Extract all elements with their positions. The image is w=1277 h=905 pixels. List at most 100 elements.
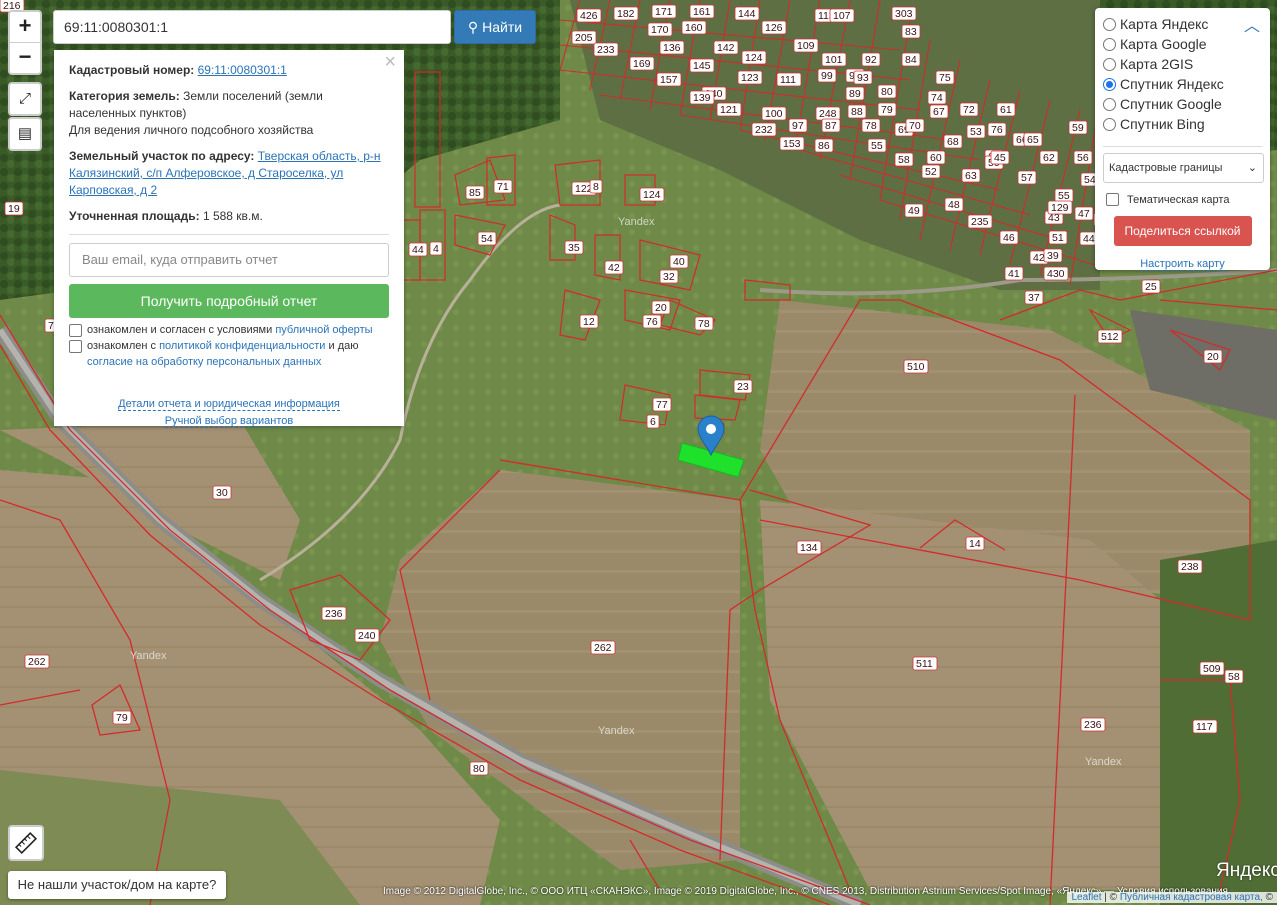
parcel-label: 25	[1141, 279, 1161, 294]
parcel-label: 4	[429, 241, 443, 256]
svg-text:99: 99	[821, 70, 833, 82]
privacy-checkbox[interactable]	[69, 340, 82, 353]
svg-text:124: 124	[643, 189, 661, 201]
parcel-label: 123	[737, 70, 763, 85]
offer-checkbox[interactable]	[69, 324, 82, 337]
svg-text:65: 65	[1027, 134, 1039, 146]
parcel-label: 117	[1192, 719, 1218, 734]
radio-button[interactable]	[1103, 37, 1116, 51]
svg-text:430: 430	[1047, 268, 1065, 280]
close-icon[interactable]: ×	[384, 52, 396, 72]
parcel-label: 46	[999, 230, 1019, 245]
parcel-label: 161	[689, 4, 715, 19]
search-button-label: Найти	[482, 19, 523, 35]
parcel-label: 512	[1097, 329, 1123, 344]
thematic-toggle[interactable]: Тематическая карта	[1103, 193, 1262, 206]
parcel-label: 80	[877, 84, 897, 99]
svg-text:54: 54	[481, 233, 493, 245]
fullscreen-button[interactable]: ⤢	[8, 82, 42, 116]
parcel-label: 54	[477, 231, 497, 246]
parcel-label: 23	[733, 379, 753, 394]
address-label: Земельный участок по адресу:	[69, 149, 255, 163]
email-field[interactable]: Ваш email, куда отправить отчет	[69, 243, 389, 277]
parcel-label: 59	[1068, 120, 1088, 135]
get-report-button[interactable]: Получить подробный отчет	[69, 284, 389, 318]
svg-text:139: 139	[693, 92, 711, 104]
thematic-checkbox[interactable]	[1106, 193, 1119, 206]
not-found-button[interactable]: Не нашли участок/дом на карте?	[8, 871, 226, 899]
svg-text:53: 53	[970, 126, 982, 138]
svg-text:58: 58	[898, 154, 910, 166]
area-label: Уточненная площадь:	[69, 209, 200, 223]
basemap-option-label: Карта 2GIS	[1120, 56, 1194, 72]
svg-text:45: 45	[994, 152, 1006, 164]
parcel-label: 97	[788, 118, 808, 133]
chevron-up-icon[interactable]: ︿	[1244, 12, 1260, 36]
pkk-link[interactable]: Публичная кадастровая карта,	[1120, 892, 1263, 903]
search-button[interactable]: ⚲ Найти	[454, 10, 536, 44]
parcel-label: 236	[1080, 717, 1106, 732]
usage-value: Для ведения личного подсобного хозяйства	[69, 123, 314, 137]
overlay-select[interactable]: Кадастровые границы ⌄	[1103, 153, 1264, 183]
basemap-option[interactable]: Карта Яндекс	[1103, 14, 1262, 34]
parcel-label: 170	[647, 22, 673, 37]
radio-button[interactable]	[1103, 17, 1116, 31]
print-button[interactable]: ▤	[8, 117, 42, 151]
svg-text:40: 40	[673, 256, 685, 268]
svg-text:46: 46	[1003, 232, 1015, 244]
svg-text:117: 117	[1196, 721, 1213, 733]
search-input[interactable]: 69:11:0080301:1	[53, 10, 451, 44]
svg-text:87: 87	[825, 120, 837, 132]
radio-button[interactable]	[1103, 57, 1116, 71]
svg-text:79: 79	[116, 712, 128, 724]
svg-text:97: 97	[792, 120, 804, 132]
parcel-label: 79	[877, 102, 897, 117]
parcel-label: 160	[681, 20, 707, 35]
parcel-label: 71	[493, 179, 513, 194]
radio-button[interactable]	[1103, 77, 1116, 91]
svg-text:58: 58	[1228, 671, 1240, 683]
offer-link[interactable]: публичной оферты	[275, 324, 372, 336]
radio-button[interactable]	[1103, 117, 1116, 131]
basemap-option[interactable]: Карта 2GIS	[1103, 54, 1262, 74]
zoom-in-button[interactable]: +	[10, 12, 40, 42]
svg-text:68: 68	[947, 136, 959, 148]
zoom-out-button[interactable]: −	[10, 42, 40, 73]
leaflet-link[interactable]: Leaflet	[1071, 892, 1101, 903]
measure-button[interactable]	[8, 825, 44, 861]
watermark: Yandex	[130, 650, 167, 662]
share-link-button[interactable]: Поделиться ссылкой	[1113, 216, 1252, 246]
svg-text:262: 262	[28, 656, 46, 668]
radio-button[interactable]	[1103, 97, 1116, 111]
details-link[interactable]: Детали отчета и юридическая информация	[118, 398, 340, 411]
svg-text:509: 509	[1203, 663, 1221, 675]
svg-text:37: 37	[1028, 292, 1040, 304]
basemap-option-label: Карта Google	[1120, 36, 1207, 52]
setup-map-link[interactable]: Настроить карту	[1140, 258, 1225, 271]
parcel-label: 12	[579, 314, 599, 329]
parcel-label: 67	[929, 104, 949, 119]
parcel-label: 171	[651, 4, 677, 19]
basemap-option[interactable]: Карта Google	[1103, 34, 1262, 54]
privacy-link[interactable]: политикой конфиденциальности	[159, 340, 325, 352]
svg-text:510: 510	[907, 361, 925, 373]
parcel-label: 205	[571, 30, 597, 45]
svg-text:63: 63	[965, 170, 977, 182]
parcel-label: 124	[741, 50, 767, 65]
parcel-label: 51	[1048, 230, 1068, 245]
parcel-label: 62	[1039, 150, 1059, 165]
cad-number-link[interactable]: 69:11:0080301:1	[198, 63, 287, 77]
svg-text:25: 25	[1145, 281, 1157, 293]
basemap-option[interactable]: Спутник Google	[1103, 94, 1262, 114]
basemap-option[interactable]: Спутник Bing	[1103, 114, 1262, 134]
parcel-label: 39	[1043, 248, 1063, 263]
popup-links: Детали отчета и юридическая информация Р…	[69, 396, 389, 430]
svg-text:61: 61	[1000, 104, 1012, 116]
manual-select-link[interactable]: Ручной выбор вариантов	[164, 415, 294, 428]
parcel-label: 93	[853, 70, 873, 85]
consent-link[interactable]: согласие на обработку персональных данны…	[87, 356, 321, 368]
parcel-label: 52	[921, 164, 941, 179]
basemap-option[interactable]: Спутник Яндекс	[1103, 74, 1262, 94]
parcel-label: 88	[847, 104, 867, 119]
parcel-label: 55	[1054, 188, 1074, 203]
